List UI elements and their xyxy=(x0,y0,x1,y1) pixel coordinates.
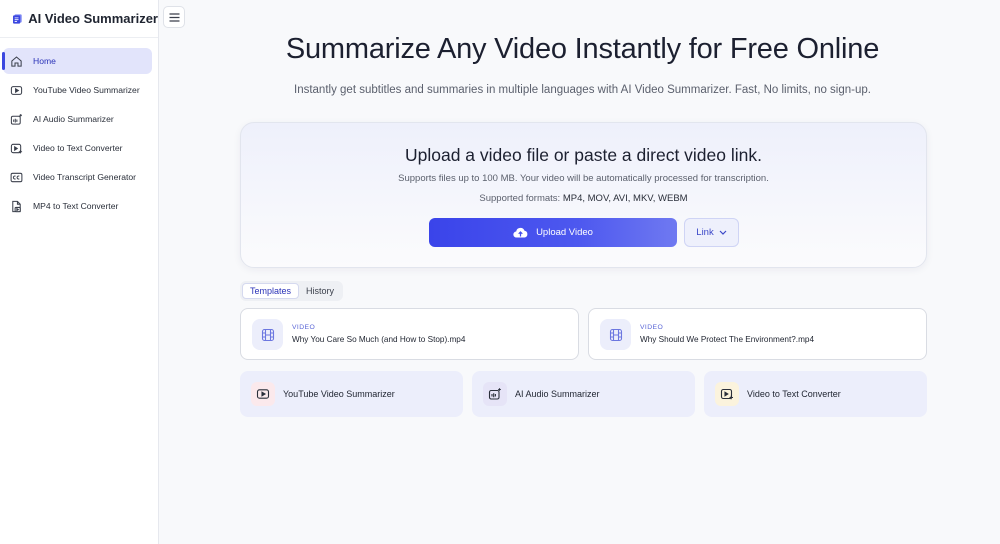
home-icon xyxy=(9,54,23,68)
sidebar: AI Video Summarizer Home YouTube Video S… xyxy=(0,0,159,544)
tool-card-video-to-text-converter[interactable]: Video to Text Converter xyxy=(704,371,927,417)
formats-value: MP4, MOV, AVI, MKV, WEBM xyxy=(562,193,688,204)
chevron-down-icon xyxy=(719,230,727,235)
upload-video-label: Upload Video xyxy=(536,227,593,238)
video-text-icon xyxy=(9,141,23,155)
upload-note: Supports files up to 100 MB. Your video … xyxy=(398,173,769,184)
upload-title: Upload a video file or paste a direct vi… xyxy=(404,145,762,165)
link-label: Link xyxy=(696,227,714,238)
upload-card: Upload a video file or paste a direct vi… xyxy=(240,122,927,268)
brand[interactable]: AI Video Summarizer xyxy=(0,0,158,38)
tool-label: AI Audio Summarizer xyxy=(515,389,600,399)
sidebar-item-label: AI Audio Summarizer xyxy=(33,114,114,124)
sidebar-item-label: MP4 to Text Converter xyxy=(33,201,119,211)
sidebar-nav: Home YouTube Video Summarizer AI Audio S… xyxy=(0,38,158,219)
sidebar-item-youtube-video-summarizer[interactable]: YouTube Video Summarizer xyxy=(3,77,152,103)
sidebar-item-mp4-to-text-converter[interactable]: MP4 to Text Converter xyxy=(3,193,152,219)
sidebar-item-label: Video Transcript Generator xyxy=(33,172,137,182)
tab-history[interactable]: History xyxy=(299,283,341,299)
audio-sparkle-icon xyxy=(483,382,507,406)
cc-icon xyxy=(9,170,23,184)
link-dropdown-button[interactable]: Link xyxy=(684,218,739,247)
cloud-upload-icon xyxy=(513,227,528,238)
tool-card-youtube-video-summarizer[interactable]: YouTube Video Summarizer xyxy=(240,371,463,417)
hamburger-icon xyxy=(169,12,179,22)
film-icon xyxy=(252,319,283,350)
formats-label: Supported formats: xyxy=(479,193,561,204)
play-icon xyxy=(251,382,275,406)
content-tabs: Templates History xyxy=(240,281,344,301)
tool-label: YouTube Video Summarizer xyxy=(283,389,395,399)
brand-title: AI Video Summarizer xyxy=(28,11,158,26)
video-name: Why You Care So Much (and How to Stop).m… xyxy=(292,335,466,344)
supported-formats: Supported formats: MP4, MOV, AVI, MKV, W… xyxy=(241,193,926,204)
video-template-card[interactable]: VIDEO Why You Care So Much (and How to S… xyxy=(240,308,579,360)
video-name: Why Should We Protect The Environment?.m… xyxy=(640,335,814,344)
file-video-icon xyxy=(9,199,23,213)
sidebar-item-label: YouTube Video Summarizer xyxy=(33,85,140,95)
tab-templates[interactable]: Templates xyxy=(242,283,300,299)
play-icon xyxy=(9,83,23,97)
film-icon xyxy=(600,319,631,350)
tool-card-ai-audio-summarizer[interactable]: AI Audio Summarizer xyxy=(472,371,695,417)
sidebar-item-home[interactable]: Home xyxy=(2,48,152,74)
sidebar-item-ai-audio-summarizer[interactable]: AI Audio Summarizer xyxy=(3,106,152,132)
audio-sparkle-icon xyxy=(9,112,23,126)
menu-toggle-button[interactable] xyxy=(163,6,185,28)
page-subtitle: Instantly get subtitles and summaries in… xyxy=(294,84,871,96)
logo-icon xyxy=(13,13,22,24)
page-title: Summarize Any Video Instantly for Free O… xyxy=(285,33,880,65)
sidebar-item-video-to-text-converter[interactable]: Video to Text Converter xyxy=(3,135,152,161)
video-template-card[interactable]: VIDEO Why Should We Protect The Environm… xyxy=(588,308,927,360)
sidebar-item-label: Home xyxy=(33,56,56,66)
video-tag: VIDEO xyxy=(640,324,664,331)
sidebar-item-label: Video to Text Converter xyxy=(33,143,123,153)
upload-video-button[interactable]: Upload Video xyxy=(429,218,677,247)
tool-label: Video to Text Converter xyxy=(747,389,841,399)
sidebar-item-video-transcript-generator[interactable]: Video Transcript Generator xyxy=(3,164,152,190)
video-tag: VIDEO xyxy=(292,324,316,331)
video-text-icon xyxy=(715,382,739,406)
